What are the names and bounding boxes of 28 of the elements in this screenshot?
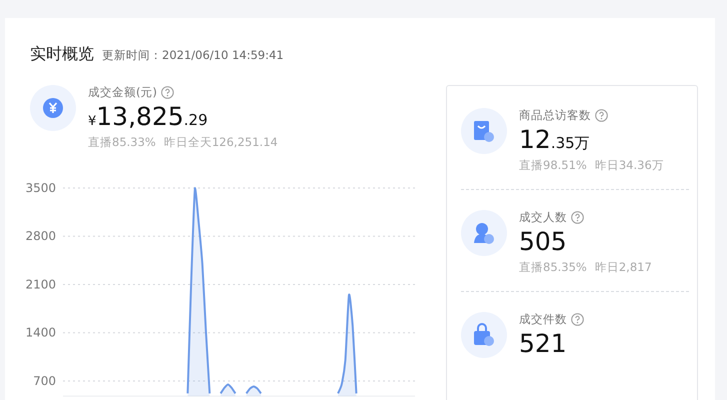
metric-value: 521 [519,329,568,358]
section-title: 实时概览 [30,44,94,65]
metric-comparison: 直播85.33% [88,135,156,150]
metric-comparison: 直播98.51% [519,158,587,173]
metric-comparison: 昨日34.36万 [594,158,664,173]
help-icon[interactable] [160,86,174,99]
metric-comparison: 昨日全天126,251.14 [164,135,278,150]
metric-label: 成交金额(元) [88,85,157,100]
metric-value: 505 [519,227,568,256]
metric-comparison: 昨日2,817 [594,260,652,275]
y-tick-label: 1400 [26,326,56,340]
y-tick-label: 700 [33,374,56,388]
metric-label: 成交人数 [519,210,567,225]
metric-comparison: 直播85.35% [519,260,587,275]
update-time: 更新时间：2021/06/10 14:59:41 [102,48,284,63]
y-tick-label: 3500 [26,182,56,195]
yuan-coin-icon [30,85,76,131]
metric-value: ¥13,825.29 [88,102,209,131]
y-tick-label: 2100 [26,278,56,292]
user-icon [461,210,507,256]
help-icon[interactable] [571,313,584,326]
help-icon[interactable] [595,109,608,122]
help-icon[interactable] [571,211,584,224]
y-tick-label: 2800 [26,229,56,244]
metric-value: 12.35万 [519,125,591,154]
shopping-bag-icon [461,108,507,154]
metric-label: 商品总访客数 [519,108,591,123]
metric-label: 成交件数 [519,312,567,327]
